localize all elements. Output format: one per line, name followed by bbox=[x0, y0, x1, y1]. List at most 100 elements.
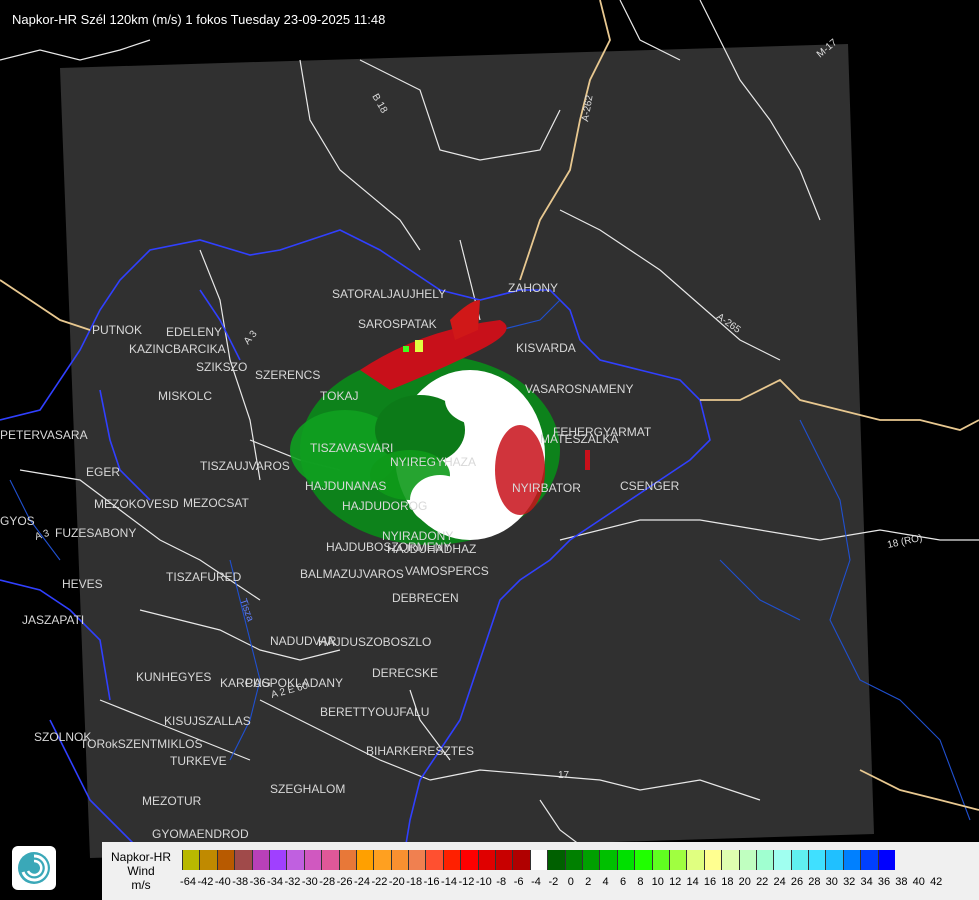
place-label: TURKEVE bbox=[170, 754, 227, 768]
place-label: MATESZALKA bbox=[540, 432, 618, 446]
legend-tick: -12 bbox=[458, 876, 475, 888]
legend-tick: -6 bbox=[513, 876, 524, 888]
legend-tick: 4 bbox=[602, 876, 609, 888]
legend-tick: 8 bbox=[637, 876, 644, 888]
legend-swatch bbox=[581, 850, 600, 870]
legend-swatch bbox=[425, 850, 443, 870]
place-label: HEVES bbox=[62, 577, 103, 591]
legend-tick: 30 bbox=[825, 876, 838, 888]
legend-tick: 14 bbox=[686, 876, 699, 888]
legend-tick: 10 bbox=[651, 876, 664, 888]
legend-swatch bbox=[286, 850, 304, 870]
legend-tick: 16 bbox=[703, 876, 717, 888]
legend-swatch bbox=[877, 850, 896, 870]
place-label: TOKAJ bbox=[320, 389, 358, 403]
radar-map: B 18 A-262 M-17 A-265 A 3 A 3 18 (RO) 17… bbox=[0, 0, 979, 900]
place-label: EGER bbox=[86, 465, 120, 479]
legend-swatch bbox=[355, 850, 374, 870]
legend-tick: -36 bbox=[249, 876, 266, 888]
legend-tick: -64 bbox=[180, 876, 196, 888]
legend-swatch bbox=[686, 850, 704, 870]
place-label: PETERVASARA bbox=[0, 428, 88, 442]
legend-tick: 20 bbox=[738, 876, 751, 888]
legend-tick: 6 bbox=[619, 876, 627, 888]
legend-swatch bbox=[216, 850, 235, 870]
place-label: GYOMAENDROD bbox=[152, 827, 249, 841]
road-label: 17 bbox=[558, 770, 570, 781]
place-label: BIHARKERESZTES bbox=[366, 744, 474, 758]
legend-swatch bbox=[547, 850, 565, 870]
legend-tick: 36 bbox=[877, 876, 891, 888]
legend-tick: -10 bbox=[475, 876, 492, 888]
place-label: EDELENY bbox=[166, 325, 222, 339]
place-label: NYIRBATOR bbox=[512, 481, 581, 495]
place-label: PUTNOK bbox=[92, 323, 142, 337]
color-legend: Napkor-HR Wind m/s -64 -42 -40 -38 -36 -34 -32… bbox=[102, 842, 979, 900]
color-bar bbox=[182, 850, 896, 870]
legend-line3: m/s bbox=[131, 878, 151, 892]
legend-tick: -32 bbox=[284, 876, 301, 888]
legend-swatch bbox=[808, 850, 826, 870]
legend-tick: -34 bbox=[267, 876, 283, 888]
place-label: MISKOLC bbox=[158, 389, 212, 403]
legend-tick: -42 bbox=[197, 876, 214, 888]
place-label: SZERENCS bbox=[255, 368, 320, 382]
legend-tick: -20 bbox=[388, 876, 405, 888]
legend-swatch bbox=[234, 850, 252, 870]
napkor-swirl-icon bbox=[12, 846, 56, 890]
legend-swatch bbox=[477, 850, 496, 870]
legend-tick: 26 bbox=[790, 876, 804, 888]
legend-swatch bbox=[564, 850, 582, 870]
place-label: KISUJSZALLAS bbox=[164, 714, 251, 728]
legend-tick: -38 bbox=[232, 876, 249, 888]
place-label: HAJDUHADHAZ bbox=[387, 542, 476, 556]
place-label: MEZOTUR bbox=[142, 794, 202, 808]
legend-title: Napkor-HR Wind m/s bbox=[102, 842, 180, 900]
place-label: SZEGHALOM bbox=[270, 782, 345, 796]
legend-swatch bbox=[321, 850, 339, 870]
legend-swatch bbox=[825, 850, 843, 870]
legend-swatch bbox=[442, 850, 461, 870]
legend-tick: 32 bbox=[843, 876, 856, 888]
legend-tick: -4 bbox=[531, 876, 541, 888]
legend-swatch bbox=[651, 850, 669, 870]
legend-tick: 38 bbox=[895, 876, 908, 888]
legend-swatch bbox=[338, 850, 356, 870]
place-label: FUZESABONY bbox=[55, 526, 136, 540]
place-label: KUNHEGYES bbox=[136, 670, 211, 684]
place-label: NYIREGYHAZA bbox=[390, 455, 476, 469]
legend-tick: -28 bbox=[319, 876, 336, 888]
legend-swatch bbox=[790, 850, 809, 870]
legend-swatch bbox=[529, 850, 548, 870]
place-label: GYOS bbox=[0, 514, 35, 528]
place-label: HAJDUSZOBOSZLO bbox=[318, 635, 431, 649]
legend-tick: 0 bbox=[567, 876, 574, 888]
place-label: HAJDUNANAS bbox=[305, 479, 386, 493]
legend-swatch bbox=[599, 850, 617, 870]
legend-swatch bbox=[703, 850, 722, 870]
place-label: DEBRECEN bbox=[392, 591, 459, 605]
legend-tick: 18 bbox=[721, 876, 734, 888]
legend-line1: Napkor-HR bbox=[110, 850, 171, 864]
place-label: DERECSKE bbox=[372, 666, 438, 680]
legend-swatch bbox=[303, 850, 322, 870]
legend-swatch bbox=[634, 850, 652, 870]
place-label: TISZAUJVAROS bbox=[200, 459, 290, 473]
place-label: ZAHONY bbox=[508, 281, 558, 295]
legend-tick: -8 bbox=[496, 876, 507, 888]
legend-line2: Wind bbox=[127, 864, 155, 878]
legend-tick: -24 bbox=[354, 876, 370, 888]
legend-swatch bbox=[408, 850, 426, 870]
place-label: CSENGER bbox=[620, 479, 680, 493]
place-label: VASAROSNAMENY bbox=[525, 382, 633, 396]
place-label: BERETTYOUJFALU bbox=[320, 705, 429, 719]
place-label: TORokSZENTMIKLOS bbox=[80, 737, 202, 751]
legend-tick: 42 bbox=[930, 876, 943, 888]
place-label: TISZAVASVARI bbox=[310, 441, 393, 455]
legend-tick: -2 bbox=[548, 876, 559, 888]
legend-swatch bbox=[495, 850, 513, 870]
legend-swatch bbox=[373, 850, 391, 870]
legend-tick: 2 bbox=[585, 876, 592, 888]
place-label: SAROSPATAK bbox=[358, 317, 437, 331]
place-label: SATORALJAUJHELY bbox=[332, 287, 446, 301]
